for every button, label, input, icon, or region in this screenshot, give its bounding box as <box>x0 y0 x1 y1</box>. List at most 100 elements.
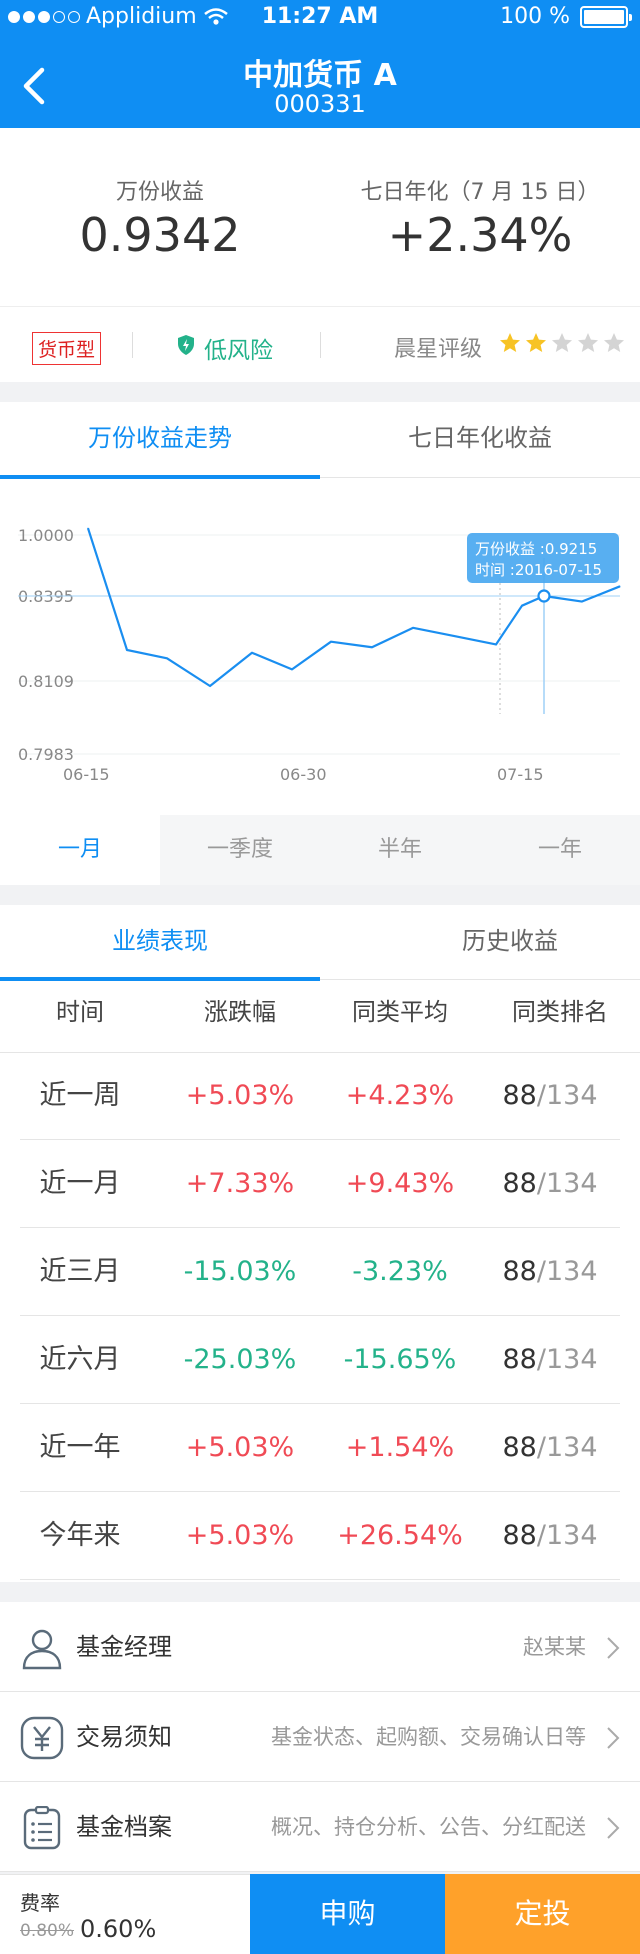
period-cell: 近三月 <box>39 1256 121 1287</box>
rank-value: 88 <box>502 1344 537 1375</box>
app-header: Applidium 11:27 AM 100 % 中加货币 A 000331 <box>0 0 640 128</box>
nav-desc: 概况、持仓分析、公告、分红配送 <box>271 1815 586 1839</box>
summary-card: 万份收益 0.9342 七日年化（7 月 15 日） +2.34% <box>0 128 640 306</box>
period-cell: 近一月 <box>39 1168 121 1199</box>
data-point <box>209 685 211 687</box>
data-point <box>619 585 621 587</box>
average-cell: +4.23% <box>345 1080 455 1111</box>
period-cell: 近六月 <box>39 1344 121 1375</box>
data-point <box>581 601 583 603</box>
data-point <box>412 627 414 629</box>
change-cell: +5.03% <box>185 1432 295 1463</box>
tooltip-value: 万份收益 :0.9215 <box>475 540 597 558</box>
income-line-chart: 1.00000.83950.81090.798306-15 06-30 07-15万… <box>18 526 621 784</box>
yield-label: 七日年化（7 月 15 日） <box>360 180 600 205</box>
y-tick-label: 0.8109 <box>18 672 74 691</box>
col-rank: 同类排名 <box>512 998 608 1026</box>
rank-total: /134 <box>536 1256 598 1287</box>
tab-income-trend[interactable]: 万份收益走势 <box>0 402 320 479</box>
change-cell: -25.03% <box>183 1344 297 1375</box>
table-row: 今年来 +5.03% +26.54% 88/134 <box>20 1492 620 1580</box>
highlight-point <box>537 589 551 603</box>
rank-cell: 88/134 <box>480 1404 620 1492</box>
range-one-quarter[interactable]: 一季度 <box>160 815 320 885</box>
buy-button[interactable]: 申购 <box>250 1874 445 1954</box>
battery-icon <box>580 5 632 28</box>
auto-invest-button[interactable]: 定投 <box>445 1874 640 1954</box>
y-tick-label: 1.0000 <box>18 526 74 545</box>
clipboard-icon <box>23 1806 61 1850</box>
page-title: 中加货币 A <box>243 58 397 93</box>
nav-trade-notice[interactable]: 交易须知 基金状态、起购额、交易确认日等 <box>0 1692 640 1782</box>
data-point <box>495 643 497 645</box>
range-one-year[interactable]: 一年 <box>480 815 640 885</box>
col-period: 时间 <box>56 998 104 1026</box>
data-point <box>454 635 456 637</box>
tab-seven-day-yield[interactable]: 七日年化收益 <box>320 402 640 478</box>
rank-total: /134 <box>536 1432 598 1463</box>
nav-fund-manager[interactable]: 基金经理 赵某某 <box>0 1602 640 1692</box>
star-filled-icon <box>526 333 546 352</box>
rating-label: 晨星评级 <box>394 337 483 362</box>
data-point <box>87 527 89 529</box>
performance-tabs: 业绩表现 历史收益 <box>0 905 640 981</box>
change-cell: -15.03% <box>183 1256 297 1287</box>
status-bar: Applidium 11:27 AM 100 % <box>0 0 640 36</box>
nav-desc: 基金状态、起购额、交易确认日等 <box>271 1725 586 1749</box>
data-point <box>521 605 523 607</box>
rank-total: /134 <box>536 1344 598 1375</box>
tab-history[interactable]: 历史收益 <box>350 905 640 980</box>
risk-level: 低风险 <box>204 338 273 364</box>
rank-value: 88 <box>502 1432 537 1463</box>
fee-current: 0.60% <box>80 1915 157 1943</box>
star-rating <box>498 331 626 355</box>
star-empty-icon <box>604 333 624 352</box>
col-change: 涨跌幅 <box>204 998 276 1026</box>
nav-fund-profile[interactable]: 基金档案 概况、持仓分析、公告、分红配送 <box>0 1782 640 1872</box>
data-point <box>291 668 293 670</box>
x-tick-label: 06-30 <box>280 765 327 784</box>
person-icon <box>22 1629 62 1670</box>
rank-cell: 88/134 <box>480 1316 620 1404</box>
tab-performance[interactable]: 业绩表现 <box>0 905 320 981</box>
average-cell: +26.54% <box>337 1520 463 1551</box>
star-empty-icon <box>552 333 572 352</box>
table-row: 近三月 -15.03% -3.23% 88/134 <box>20 1228 620 1316</box>
data-point <box>166 657 168 659</box>
average-cell: +9.43% <box>345 1168 455 1199</box>
rank-value: 88 <box>502 1256 537 1287</box>
col-average: 同类平均 <box>352 998 448 1026</box>
battery-level: 100 % <box>500 4 570 29</box>
nav-label: 基金档案 <box>76 1813 172 1841</box>
rank-cell: 88/134 <box>480 1492 620 1580</box>
table-row: 近一年 +5.03% +1.54% 88/134 <box>20 1404 620 1492</box>
rank-value: 88 <box>502 1168 537 1199</box>
x-tick-label: 07-15 <box>497 765 544 784</box>
tooltip-date: 时间 :2016-07-15 <box>475 561 602 579</box>
bottom-action-bar: 费率 0.80% 0.60% 申购 定投 <box>0 1874 640 1954</box>
nav-desc: 赵某某 <box>523 1635 586 1659</box>
chevron-right-icon <box>607 1727 620 1749</box>
data-point <box>371 646 373 648</box>
star-filled-icon <box>500 333 520 352</box>
nav-label: 基金经理 <box>76 1633 172 1661</box>
shield-icon <box>178 335 194 355</box>
fee-old: 0.80% <box>20 1921 75 1941</box>
range-one-month[interactable]: 一月 <box>0 815 160 885</box>
change-cell: +5.03% <box>185 1080 295 1111</box>
average-cell: -3.23% <box>352 1256 448 1287</box>
range-half-year[interactable]: 半年 <box>320 815 480 885</box>
average-cell: -15.65% <box>343 1344 457 1375</box>
data-point <box>126 649 128 651</box>
chart-tabs: 万份收益走势 七日年化收益 <box>0 402 640 479</box>
rank-total: /134 <box>536 1080 598 1111</box>
table-row: 近一月 +7.33% +9.43% 88/134 <box>20 1140 620 1228</box>
chevron-right-icon <box>607 1817 620 1839</box>
y-tick-label: 0.7983 <box>18 745 74 764</box>
data-point <box>251 652 253 654</box>
data-point <box>330 641 332 643</box>
nav-label: 交易须知 <box>76 1723 172 1751</box>
rank-total: /134 <box>536 1520 598 1551</box>
rank-cell: 88/134 <box>480 1052 620 1140</box>
chevron-right-icon <box>607 1637 620 1659</box>
